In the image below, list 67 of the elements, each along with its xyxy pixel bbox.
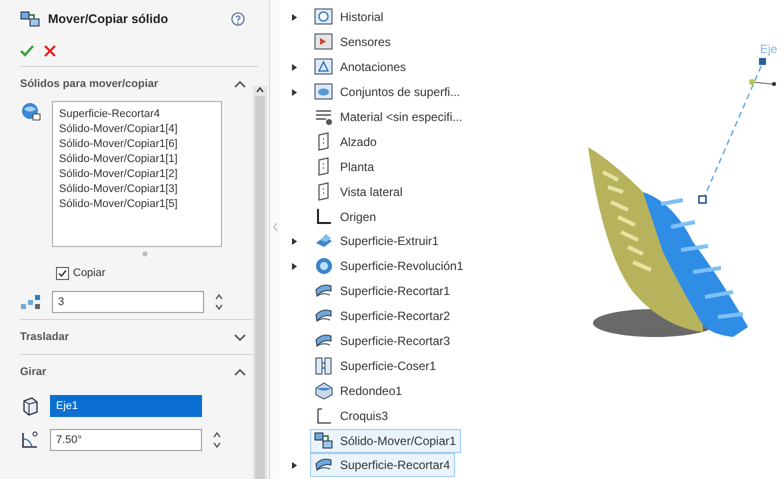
annotation-folder-icon: [314, 57, 334, 78]
tree-item[interactable]: Alzado: [310, 130, 382, 154]
tree-item[interactable]: Conjuntos de superfi...: [310, 80, 466, 104]
tree-item[interactable]: Superficie-Recortar4: [310, 453, 456, 478]
sensor-folder-icon: [314, 32, 334, 52]
copy-checkbox[interactable]: Copiar: [56, 266, 106, 280]
tree-item[interactable]: Origen: [310, 204, 382, 229]
origin-icon: [314, 206, 334, 227]
resize-handle-icon[interactable]: [142, 251, 148, 257]
scrollbar-thumb[interactable]: [255, 96, 265, 479]
ok-icon[interactable]: [20, 45, 34, 57]
surface-folder-icon: [314, 82, 334, 102]
collapse-icon[interactable]: [233, 78, 247, 90]
tree-item[interactable]: Superficie-Coser1: [310, 354, 442, 378]
tree-item[interactable]: Superficie-Recortar3: [310, 329, 456, 354]
revolve-icon: [314, 256, 334, 276]
count-field[interactable]: 3: [52, 291, 204, 313]
spinner-icon[interactable]: [214, 293, 224, 311]
selection-list[interactable]: Superficie-Recortar4 Sólido-Mover/Copiar1[4] Sólido-Mover/Copiar1[6] Sólido-Mover/Copiar1[1] Sólido-Mover/Copiar1[2] Sólido-Mover/Copiar1[3] Sólido-Mover/Copiar1[5]: [52, 101, 222, 247]
fillet-icon: [314, 380, 334, 401]
angle-icon: [20, 430, 40, 450]
expand-arrow-icon[interactable]: [292, 262, 297, 270]
expand-arrow-icon[interactable]: [292, 88, 297, 96]
tree-item[interactable]: Superficie-Recortar1: [310, 279, 456, 304]
list-item[interactable]: Sólido-Mover/Copiar1[3]: [59, 182, 215, 197]
expand-arrow-icon[interactable]: [292, 238, 297, 245]
list-item[interactable]: Superficie-Recortar4: [59, 107, 215, 122]
expand-icon[interactable]: [233, 332, 247, 342]
expand-arrow-icon[interactable]: [292, 14, 297, 21]
axis-label: Eje: [760, 42, 778, 56]
move-copy-icon: [20, 10, 42, 28]
list-item[interactable]: Sólido-Mover/Copiar1[2]: [59, 167, 215, 182]
tree-item[interactable]: Planta: [310, 154, 380, 179]
help-icon[interactable]: [231, 12, 245, 26]
list-item[interactable]: Sólido-Mover/Copiar1[1]: [59, 152, 215, 167]
instances-icon: [20, 293, 42, 311]
history-folder-icon: [314, 7, 334, 28]
tree-item[interactable]: Material <sin especifi...: [310, 105, 468, 129]
splitter-grip-icon[interactable]: [272, 222, 278, 232]
tree-item[interactable]: Historial: [310, 5, 388, 30]
tree-item[interactable]: Superficie-Revolución1: [310, 254, 468, 278]
scroll-up-icon[interactable]: [255, 86, 265, 94]
knit-icon: [314, 356, 334, 376]
list-item[interactable]: Sólido-Mover/Copiar1[6]: [59, 137, 215, 152]
list-item[interactable]: Sólido-Mover/Copiar1[4]: [59, 122, 215, 137]
section-title: Trasladar: [20, 331, 69, 343]
tree-item[interactable]: Superficie-Recortar2: [310, 304, 456, 328]
axis-field[interactable]: Eje1: [50, 395, 202, 417]
tree-item[interactable]: Superficie-Extruir1: [310, 229, 444, 254]
tree-item[interactable]: Croquis3: [310, 404, 394, 428]
panel-title: Mover/Copiar sólido: [48, 12, 170, 26]
tree-item[interactable]: Sólido-Mover/Copiar1: [310, 428, 462, 453]
tree-item[interactable]: Anotaciones: [310, 55, 412, 80]
cancel-icon[interactable]: [44, 45, 56, 57]
solid-body-icon: [20, 101, 42, 123]
list-item[interactable]: Sólido-Mover/Copiar1[5]: [59, 197, 215, 212]
spinner-icon[interactable]: [212, 431, 222, 449]
expand-arrow-icon[interactable]: [292, 462, 297, 469]
section-title: Sólidos para mover/copiar: [20, 78, 158, 90]
tree-item[interactable]: Vista lateral: [310, 180, 408, 204]
tree-item[interactable]: Redondeo1: [310, 378, 408, 403]
tree-item[interactable]: Sensores: [310, 30, 396, 54]
angle-field[interactable]: 7.50°: [50, 429, 202, 451]
move-copy-icon: [314, 430, 334, 451]
collapse-icon[interactable]: [233, 366, 247, 378]
expand-arrow-icon[interactable]: [292, 64, 297, 71]
section-title: Girar: [20, 366, 46, 378]
